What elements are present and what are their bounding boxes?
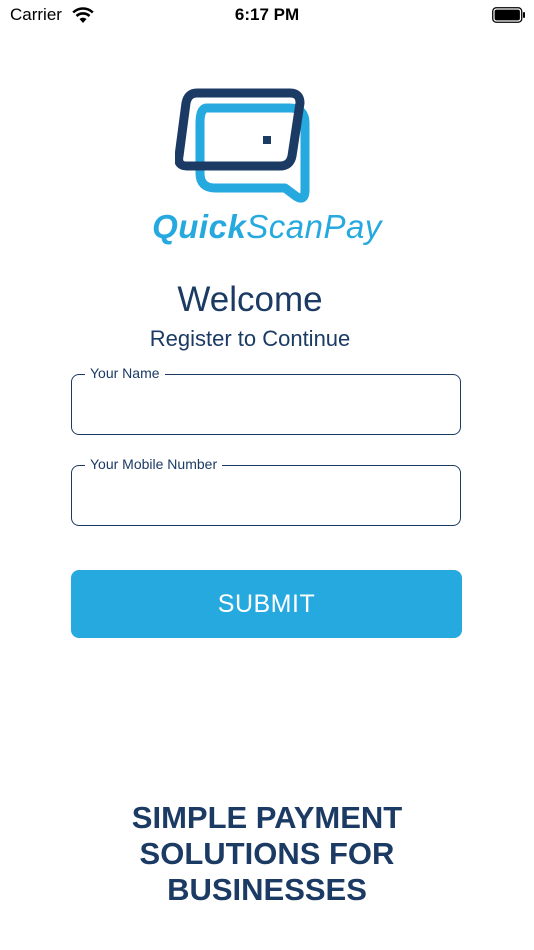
mobile-field-label: Your Mobile Number <box>85 456 223 472</box>
tagline-line-1: SIMPLE PAYMENT <box>131 800 403 835</box>
mobile-input[interactable] <box>88 480 442 512</box>
welcome-subtitle: Register to Continue <box>149 326 351 351</box>
brand-part-quick: Quick <box>152 208 247 245</box>
submit-button[interactable]: SUBMIT <box>71 570 462 638</box>
name-field[interactable]: Your Name <box>71 365 461 435</box>
tagline: SIMPLE PAYMENT SOLUTIONS FOR BUSINESSES <box>0 800 534 908</box>
brand-name: QuickScanPay <box>0 208 534 246</box>
name-field-label: Your Name <box>85 365 165 381</box>
tagline-line-3: BUSINESSES <box>167 872 367 907</box>
tagline-line-2: SOLUTIONS FOR <box>139 836 395 871</box>
brand-part-pay: Pay <box>323 208 382 245</box>
brand-part-scan: Scan <box>246 208 324 245</box>
battery-icon <box>492 7 525 23</box>
name-input[interactable] <box>88 389 442 421</box>
welcome-title: Welcome <box>177 280 323 319</box>
status-time: 6:17 PM <box>234 5 300 24</box>
mobile-field[interactable]: Your Mobile Number <box>71 456 461 526</box>
quickscanpay-logo-icon <box>175 88 310 203</box>
status-bar: Carrier 6:17 PM <box>0 0 534 30</box>
